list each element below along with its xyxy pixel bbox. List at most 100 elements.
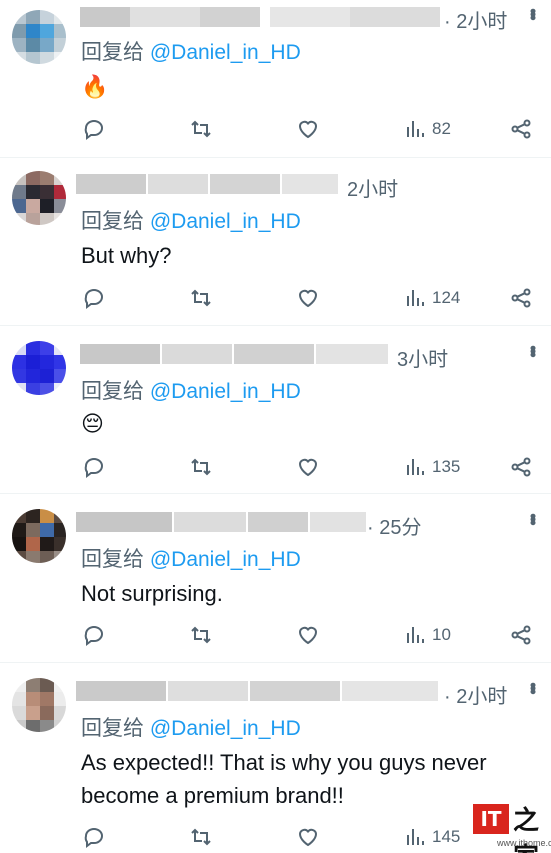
author-name-blurred[interactable]: [76, 509, 366, 535]
heart-icon: [298, 120, 318, 139]
retweet-button[interactable]: [189, 452, 213, 482]
share-icon: [511, 119, 531, 139]
mention-link[interactable]: @Daniel_in_HD: [150, 717, 301, 740]
views-icon: [407, 829, 424, 845]
views-count: 10: [432, 625, 451, 644]
reply-text: But why?: [81, 243, 172, 268]
like-button[interactable]: [296, 620, 320, 650]
comment-icon: [84, 288, 103, 309]
retweet-icon: [191, 289, 211, 307]
heart-icon: [298, 289, 318, 308]
heart-icon: [298, 828, 318, 847]
reply-to-line: 回复给 @Daniel_in_HD: [81, 712, 301, 742]
views-button[interactable]: 145: [404, 822, 460, 852]
more-icon[interactable]: •••: [522, 682, 543, 692]
reply-item[interactable]: · 25分 ••• 回复给 @Daniel_in_HD Not surprisi…: [0, 495, 551, 663]
views-button[interactable]: 82: [404, 114, 451, 144]
reply-emoji: 😔: [81, 411, 104, 436]
author-name-blurred[interactable]: [76, 678, 438, 704]
reply-button[interactable]: [82, 452, 106, 482]
reply-prefix: 回复给: [81, 41, 144, 64]
comment-icon: [84, 119, 103, 140]
heart-icon: [298, 626, 318, 645]
reply-item[interactable]: · 2小时 ••• 回复给 @Daniel_in_HD 🔥 82: [0, 0, 551, 158]
reply-timestamp[interactable]: · 2小时: [444, 5, 507, 34]
reply-timestamp[interactable]: · 2小时: [444, 680, 507, 709]
author-name-blurred[interactable]: [80, 4, 440, 30]
reply-prefix: 回复给: [81, 717, 144, 740]
share-icon: [511, 457, 531, 477]
reply-timestamp[interactable]: · 25分: [367, 511, 421, 540]
more-icon[interactable]: •••: [522, 8, 543, 18]
share-icon: [511, 288, 531, 308]
comment-icon: [84, 625, 103, 646]
action-bar: 145: [0, 822, 551, 852]
share-button[interactable]: [509, 620, 533, 650]
views-icon: [407, 627, 424, 643]
reply-to-line: 回复给 @Daniel_in_HD: [81, 375, 301, 405]
retweet-button[interactable]: [189, 822, 213, 852]
comment-icon: [84, 457, 103, 478]
heart-icon: [298, 458, 318, 477]
reply-text: Not surprising.: [81, 581, 223, 606]
watermark-url: www.ithome.com: [497, 838, 551, 848]
retweet-icon: [191, 828, 211, 846]
views-icon: [407, 121, 424, 137]
action-bar: 10: [0, 620, 551, 650]
author-name-blurred[interactable]: [76, 171, 338, 197]
like-button[interactable]: [296, 822, 320, 852]
share-button[interactable]: [509, 283, 533, 313]
mention-link[interactable]: @Daniel_in_HD: [150, 210, 301, 233]
mention-link[interactable]: @Daniel_in_HD: [150, 548, 301, 571]
share-button[interactable]: [509, 114, 533, 144]
views-button[interactable]: 124: [404, 283, 460, 313]
reply-item[interactable]: 3小时 ••• 回复给 @Daniel_in_HD 😔 135: [0, 327, 551, 494]
reply-to-line: 回复给 @Daniel_in_HD: [81, 543, 301, 573]
avatar[interactable]: [12, 10, 66, 64]
reply-item[interactable]: · 2小时 ••• 回复给 @Daniel_in_HD As expected!…: [0, 664, 551, 853]
retweet-button[interactable]: [189, 620, 213, 650]
more-icon[interactable]: •••: [522, 513, 543, 523]
avatar[interactable]: [12, 509, 66, 563]
views-icon: [407, 290, 424, 306]
reply-item[interactable]: 2小时 回复给 @Daniel_in_HD But why? 124: [0, 159, 551, 326]
like-button[interactable]: [296, 114, 320, 144]
reply-button[interactable]: [82, 822, 106, 852]
reply-to-line: 回复给 @Daniel_in_HD: [81, 36, 301, 66]
views-button[interactable]: 10: [404, 620, 451, 650]
avatar[interactable]: [12, 341, 66, 395]
reply-button[interactable]: [82, 620, 106, 650]
views-count: 135: [432, 457, 461, 476]
reply-button[interactable]: [82, 283, 106, 313]
like-button[interactable]: [296, 452, 320, 482]
views-count: 82: [432, 119, 451, 138]
retweet-button[interactable]: [189, 114, 213, 144]
reply-button[interactable]: [82, 114, 106, 144]
reply-prefix: 回复给: [81, 548, 144, 571]
reply-prefix: 回复给: [81, 210, 144, 233]
action-bar: 124: [0, 283, 551, 313]
watermark-badge: IT: [473, 804, 509, 834]
views-count: 145: [432, 827, 461, 846]
comment-icon: [84, 827, 103, 848]
avatar[interactable]: [12, 678, 66, 732]
views-button[interactable]: 135: [404, 452, 460, 482]
more-icon[interactable]: •••: [522, 345, 543, 355]
share-button[interactable]: [509, 452, 533, 482]
reply-timestamp[interactable]: 3小时: [397, 343, 448, 372]
reply-timestamp[interactable]: 2小时: [347, 173, 398, 202]
mention-link[interactable]: @Daniel_in_HD: [150, 41, 301, 64]
retweet-icon: [191, 626, 211, 644]
reply-emoji: 🔥: [81, 74, 109, 99]
reply-prefix: 回复给: [81, 380, 144, 403]
mention-link[interactable]: @Daniel_in_HD: [150, 380, 301, 403]
author-name-blurred[interactable]: [80, 341, 388, 367]
action-bar: 135: [0, 452, 551, 482]
retweet-icon: [191, 120, 211, 138]
reply-to-line: 回复给 @Daniel_in_HD: [81, 205, 301, 235]
like-button[interactable]: [296, 283, 320, 313]
avatar[interactable]: [12, 171, 66, 225]
share-icon: [511, 625, 531, 645]
views-count: 124: [432, 288, 461, 307]
retweet-button[interactable]: [189, 283, 213, 313]
